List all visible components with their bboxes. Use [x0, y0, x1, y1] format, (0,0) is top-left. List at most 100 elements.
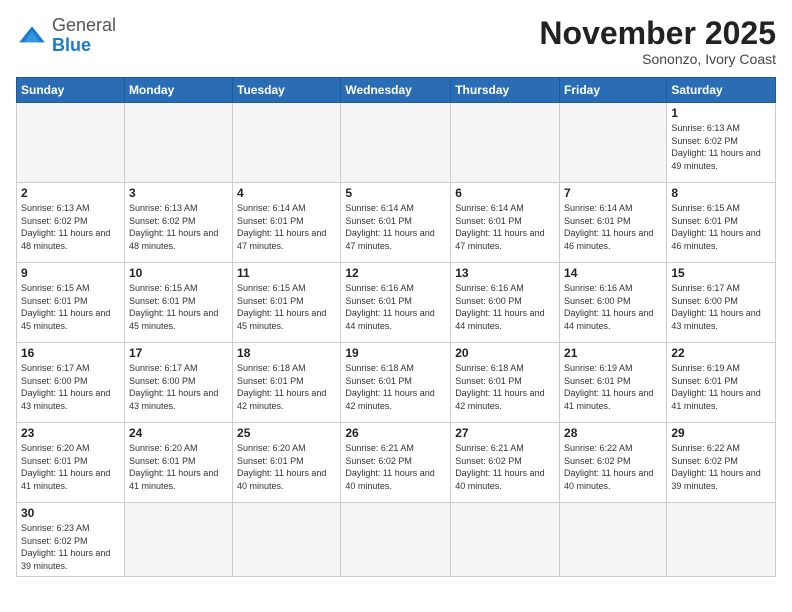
day-cell-13: 13 Sunrise: 6:16 AMSunset: 6:00 PMDayligh…	[451, 263, 560, 343]
day-number: 22	[671, 346, 771, 360]
day-info: Sunrise: 6:14 AMSunset: 6:01 PMDaylight:…	[455, 202, 555, 252]
day-cell-11: 11Sunrise: 6:15 AMSunset: 6:01 PMDayligh…	[233, 263, 341, 343]
day-number: 30	[21, 506, 120, 520]
col-header-monday: Monday	[124, 78, 232, 103]
day-cell-3: 3 Sunrise: 6:13 AMSunset: 6:02 PMDaylight…	[124, 183, 232, 263]
day-cell-empty	[341, 103, 451, 183]
day-info: Sunrise: 6:15 AMSunset: 6:01 PMDaylight:…	[129, 282, 228, 332]
col-header-saturday: Saturday	[667, 78, 776, 103]
day-number: 7	[564, 186, 662, 200]
day-info: Sunrise: 6:16 AMSunset: 6:00 PMDaylight:…	[564, 282, 662, 332]
day-info: Sunrise: 6:23 AMSunset: 6:02 PMDaylight:…	[21, 522, 120, 572]
day-info: Sunrise: 6:20 AMSunset: 6:01 PMDaylight:…	[237, 442, 336, 492]
day-cell-14: 14Sunrise: 6:16 AMSunset: 6:00 PMDayligh…	[560, 263, 667, 343]
day-info: Sunrise: 6:16 AMSunset: 6:00 PMDaylight:…	[455, 282, 555, 332]
day-cell-empty	[560, 503, 667, 576]
day-cell-9: 9 Sunrise: 6:15 AMSunset: 6:01 PMDaylight…	[17, 263, 125, 343]
day-number: 21	[564, 346, 662, 360]
day-cell-empty	[17, 103, 125, 183]
day-cell-20: 20 Sunrise: 6:18 AMSunset: 6:01 PMDayligh…	[451, 343, 560, 423]
day-info: Sunrise: 6:18 AMSunset: 6:01 PMDaylight:…	[455, 362, 555, 412]
day-number: 24	[129, 426, 228, 440]
day-number: 3	[129, 186, 228, 200]
day-number: 1	[671, 106, 771, 120]
day-cell-10: 10 Sunrise: 6:15 AMSunset: 6:01 PMDayligh…	[124, 263, 232, 343]
day-info: Sunrise: 6:13 AMSunset: 6:02 PMDaylight:…	[129, 202, 228, 252]
day-number: 28	[564, 426, 662, 440]
day-cell-12: 12 Sunrise: 6:16 AMSunset: 6:01 PMDayligh…	[341, 263, 451, 343]
page: General Blue November 2025 Sononzo, Ivor…	[0, 0, 792, 612]
day-info: Sunrise: 6:18 AMSunset: 6:01 PMDaylight:…	[237, 362, 336, 412]
day-info: Sunrise: 6:19 AMSunset: 6:01 PMDaylight:…	[671, 362, 771, 412]
day-cell-empty	[124, 503, 232, 576]
day-number: 4	[237, 186, 336, 200]
day-cell-empty	[451, 503, 560, 576]
logo-blue: Blue	[52, 35, 91, 55]
day-cell-28: 28 Sunrise: 6:22 AMSunset: 6:02 PMDayligh…	[560, 423, 667, 503]
day-info: Sunrise: 6:22 AMSunset: 6:02 PMDaylight:…	[564, 442, 662, 492]
day-info: Sunrise: 6:14 AMSunset: 6:01 PMDaylight:…	[345, 202, 446, 252]
day-number: 26	[345, 426, 446, 440]
col-header-thursday: Thursday	[451, 78, 560, 103]
day-cell-6: 6 Sunrise: 6:14 AMSunset: 6:01 PMDaylight…	[451, 183, 560, 263]
col-header-sunday: Sunday	[17, 78, 125, 103]
logo-text: General Blue	[52, 16, 116, 56]
week-row-4: 23Sunrise: 6:20 AMSunset: 6:01 PMDayligh…	[17, 423, 776, 503]
day-number: 12	[345, 266, 446, 280]
day-info: Sunrise: 6:16 AMSunset: 6:01 PMDaylight:…	[345, 282, 446, 332]
logo-area: General Blue	[16, 16, 116, 56]
week-row-5: 30 Sunrise: 6:23 AMSunset: 6:02 PMDayligh…	[17, 503, 776, 576]
logo-general: General	[52, 15, 116, 35]
day-cell-7: 7 Sunrise: 6:14 AMSunset: 6:01 PMDaylight…	[560, 183, 667, 263]
calendar-table: SundayMondayTuesdayWednesdayThursdayFrid…	[16, 77, 776, 576]
day-cell-5: 5Sunrise: 6:14 AMSunset: 6:01 PMDaylight…	[341, 183, 451, 263]
day-number: 20	[455, 346, 555, 360]
calendar-header-row: SundayMondayTuesdayWednesdayThursdayFrid…	[17, 78, 776, 103]
day-info: Sunrise: 6:13 AMSunset: 6:02 PMDaylight:…	[671, 122, 771, 172]
day-info: Sunrise: 6:14 AMSunset: 6:01 PMDaylight:…	[237, 202, 336, 252]
day-cell-empty	[341, 503, 451, 576]
day-cell-25: 25 Sunrise: 6:20 AMSunset: 6:01 PMDayligh…	[233, 423, 341, 503]
day-cell-empty	[233, 503, 341, 576]
day-cell-16: 16Sunrise: 6:17 AMSunset: 6:00 PMDayligh…	[17, 343, 125, 423]
location-subtitle: Sononzo, Ivory Coast	[539, 51, 776, 67]
week-row-2: 9 Sunrise: 6:15 AMSunset: 6:01 PMDaylight…	[17, 263, 776, 343]
day-info: Sunrise: 6:17 AMSunset: 6:00 PMDaylight:…	[129, 362, 228, 412]
day-info: Sunrise: 6:19 AMSunset: 6:01 PMDaylight:…	[564, 362, 662, 412]
day-cell-8: 8Sunrise: 6:15 AMSunset: 6:01 PMDaylight…	[667, 183, 776, 263]
day-info: Sunrise: 6:15 AMSunset: 6:01 PMDaylight:…	[671, 202, 771, 252]
day-cell-2: 2 Sunrise: 6:13 AMSunset: 6:02 PMDaylight…	[17, 183, 125, 263]
day-cell-18: 18 Sunrise: 6:18 AMSunset: 6:01 PMDayligh…	[233, 343, 341, 423]
day-number: 17	[129, 346, 228, 360]
day-number: 13	[455, 266, 555, 280]
day-number: 15	[671, 266, 771, 280]
day-info: Sunrise: 6:20 AMSunset: 6:01 PMDaylight:…	[129, 442, 228, 492]
day-cell-27: 27Sunrise: 6:21 AMSunset: 6:02 PMDayligh…	[451, 423, 560, 503]
day-number: 10	[129, 266, 228, 280]
week-row-0: 1 Sunrise: 6:13 AMSunset: 6:02 PMDaylight…	[17, 103, 776, 183]
day-cell-1: 1 Sunrise: 6:13 AMSunset: 6:02 PMDaylight…	[667, 103, 776, 183]
day-cell-empty	[124, 103, 232, 183]
day-number: 25	[237, 426, 336, 440]
day-number: 9	[21, 266, 120, 280]
day-info: Sunrise: 6:17 AMSunset: 6:00 PMDaylight:…	[21, 362, 120, 412]
day-info: Sunrise: 6:14 AMSunset: 6:01 PMDaylight:…	[564, 202, 662, 252]
day-number: 29	[671, 426, 771, 440]
day-cell-30: 30 Sunrise: 6:23 AMSunset: 6:02 PMDayligh…	[17, 503, 125, 576]
day-cell-22: 22 Sunrise: 6:19 AMSunset: 6:01 PMDayligh…	[667, 343, 776, 423]
day-cell-15: 15Sunrise: 6:17 AMSunset: 6:00 PMDayligh…	[667, 263, 776, 343]
day-number: 6	[455, 186, 555, 200]
day-number: 19	[345, 346, 446, 360]
day-cell-empty	[667, 503, 776, 576]
logo-icon	[16, 20, 48, 52]
day-info: Sunrise: 6:21 AMSunset: 6:02 PMDaylight:…	[455, 442, 555, 492]
day-info: Sunrise: 6:22 AMSunset: 6:02 PMDaylight:…	[671, 442, 771, 492]
day-info: Sunrise: 6:13 AMSunset: 6:02 PMDaylight:…	[21, 202, 120, 252]
day-number: 18	[237, 346, 336, 360]
day-cell-23: 23Sunrise: 6:20 AMSunset: 6:01 PMDayligh…	[17, 423, 125, 503]
day-cell-17: 17 Sunrise: 6:17 AMSunset: 6:00 PMDayligh…	[124, 343, 232, 423]
day-info: Sunrise: 6:18 AMSunset: 6:01 PMDaylight:…	[345, 362, 446, 412]
day-number: 11	[237, 266, 336, 280]
day-number: 2	[21, 186, 120, 200]
day-info: Sunrise: 6:15 AMSunset: 6:01 PMDaylight:…	[21, 282, 120, 332]
